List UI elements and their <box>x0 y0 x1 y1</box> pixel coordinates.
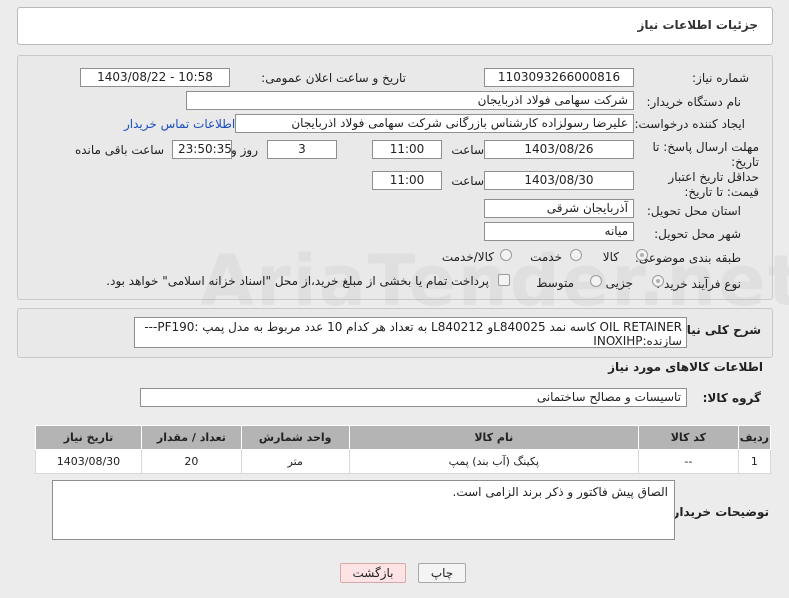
announce-label: تاریخ و ساعت اعلان عمومی: <box>261 71 406 85</box>
notes-label: توضیحات خریدار: <box>667 505 769 519</box>
deadline-time-field: 11:00 <box>372 140 442 159</box>
process-label: نوع فرآیند خرید : <box>656 277 741 291</box>
creator-label: ایجاد کننده درخواست: <box>634 117 745 131</box>
back-button[interactable]: بازگشت <box>340 563 406 583</box>
process-option-minor: جزیی <box>605 276 633 290</box>
page-header: جزئیات اطلاعات نیاز <box>17 7 773 45</box>
category-option-goods: کالا <box>602 250 619 264</box>
cell-qty: 20 <box>140 449 242 474</box>
cell-row-num: 1 <box>737 449 772 474</box>
category-radio-service[interactable] <box>570 249 582 261</box>
goods-group-label: گروه کالا: <box>702 391 761 405</box>
payment-note: پرداخت تمام یا بخشی از مبلغ خرید،از محل … <box>106 274 489 288</box>
days-field: 3 <box>267 140 337 159</box>
goods-info-title: اطلاعات کالاهای مورد نیاز <box>608 360 763 374</box>
col-header-date: تاریخ نیاز <box>35 425 142 450</box>
cell-date: 1403/08/30 <box>35 449 142 474</box>
cell-name: پکینگ (آب بند) پمپ <box>348 449 639 474</box>
process-radio-medium[interactable] <box>590 275 602 287</box>
creator-field: علیرضا رسولزاده کارشناس بازرگانی شرکت سه… <box>235 114 634 133</box>
buyer-contact-link[interactable]: اطلاعات تماس خریدار <box>124 117 235 131</box>
deadline-label: مهلت ارسال پاسخ: تا تاریخ: <box>652 140 759 169</box>
need-number-label: شماره نیاز: <box>692 71 749 85</box>
announce-field: 1403/08/22 - 10:58 <box>80 68 230 87</box>
table-row: 1 -- پکینگ (آب بند) پمپ متر 20 1403/08/3… <box>35 449 772 474</box>
category-option-service: خدمت <box>530 250 562 264</box>
goods-group-field: تاسیسات و مصالح ساختمانی <box>140 388 687 407</box>
city-label: شهر محل تحویل: <box>654 227 741 241</box>
col-header-qty: تعداد / مقدار <box>140 425 242 450</box>
items-table: ردیف کد کالا نام کالا واحد شمارش تعداد /… <box>35 425 772 474</box>
deadline-time-label: ساعت <box>451 143 484 157</box>
payment-checkbox[interactable] <box>498 274 510 286</box>
deadline-date-field: 1403/08/26 <box>484 140 634 159</box>
days-label: روز و <box>231 143 258 157</box>
print-button[interactable]: چاپ <box>418 563 466 583</box>
process-radio-minor[interactable] <box>652 275 664 287</box>
buyer-field: شرکت سهامی فولاد اذربایجان <box>186 91 634 110</box>
validity-time-label: ساعت <box>451 174 484 188</box>
buyer-label: نام دستگاه خریدار: <box>646 95 742 109</box>
col-header-code: کد کالا <box>637 425 739 450</box>
city-field: میانه <box>484 222 634 241</box>
table-header-row: ردیف کد کالا نام کالا واحد شمارش تعداد /… <box>35 425 772 450</box>
category-option-goods-service: کالا/خدمت <box>441 250 494 264</box>
category-label: طبقه بندی موضوعی: <box>634 251 741 265</box>
col-header-row-num: ردیف <box>737 425 772 450</box>
validity-date-field: 1403/08/30 <box>484 171 634 190</box>
col-header-name: نام کالا <box>348 425 639 450</box>
process-option-medium: متوسط <box>536 276 574 290</box>
validity-time-field: 11:00 <box>372 171 442 190</box>
need-number-field: 1103093266000816 <box>484 68 634 87</box>
col-header-unit: واحد شمارش <box>240 425 350 450</box>
cell-code: -- <box>637 449 739 474</box>
notes-field: الصاق پیش فاکتور و ذکر برند الزامی است. <box>52 480 675 540</box>
province-label: استان محل تحویل: <box>646 204 741 218</box>
need-desc-field: OIL RETAINER کاسه نمد L840025و L840212 ب… <box>134 317 687 348</box>
category-radio-goods[interactable] <box>636 249 648 261</box>
page-title: جزئیات اطلاعات نیاز <box>637 18 758 32</box>
validity-label: حداقل تاریخ اعتبار قیمت: تا تاریخ: <box>668 170 759 199</box>
need-desc-label: شرح کلی نیاز: <box>675 323 761 337</box>
cell-unit: متر <box>240 449 350 474</box>
remaining-time-field: 23:50:35 <box>172 140 232 159</box>
remaining-label: ساعت باقی مانده <box>74 143 164 157</box>
province-field: آذربایجان شرقی <box>484 199 634 218</box>
category-radio-goods-service[interactable] <box>500 249 512 261</box>
